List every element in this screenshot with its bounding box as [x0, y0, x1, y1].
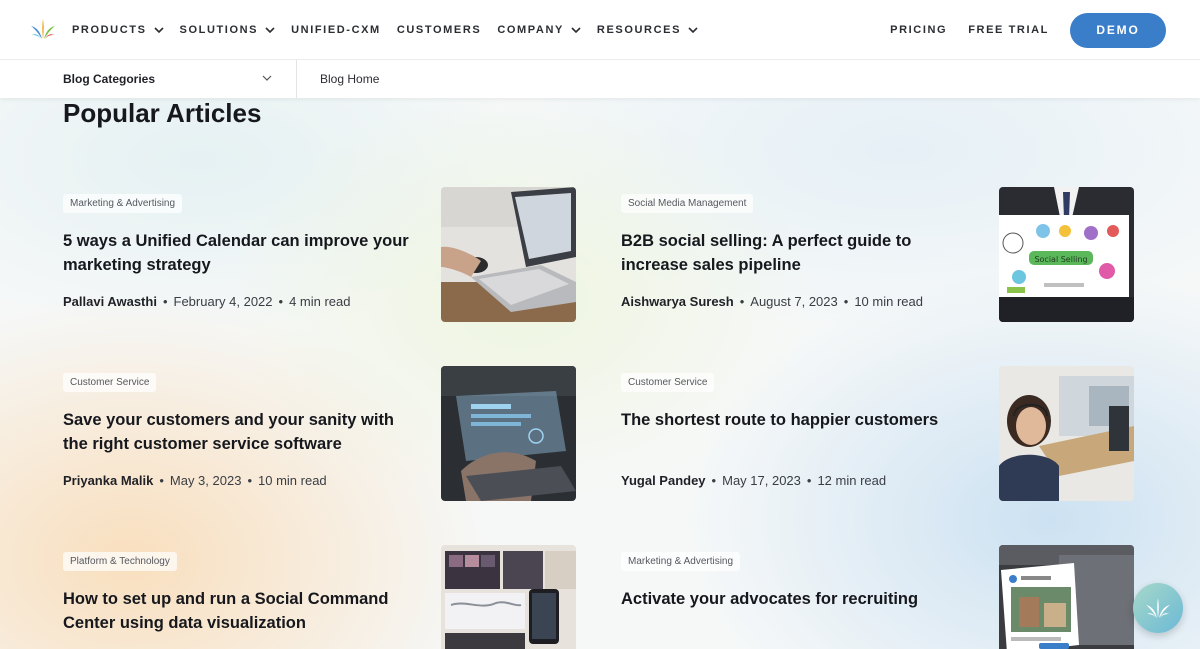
chevron-down-icon	[688, 26, 698, 33]
category-tag[interactable]: Customer Service	[63, 373, 157, 392]
main-menu: PRODUCTS SOLUTIONS UNIFIED-CXM CUSTOMERS…	[72, 0, 714, 60]
article-read-time: 4 min read	[289, 294, 351, 309]
blog-home-link[interactable]: Blog Home	[320, 60, 379, 98]
article-read-time: 12 min read	[817, 473, 887, 488]
article-read-time: 10 min read	[854, 294, 923, 309]
meta-separator: •	[247, 473, 252, 488]
nav-products[interactable]: PRODUCTS	[72, 24, 164, 36]
nav-actions: PRICING FREE TRIAL DEMO	[890, 0, 1166, 60]
category-tag[interactable]: Customer Service	[621, 373, 715, 392]
blog-categories-label: Blog Categories	[63, 72, 156, 86]
nav-unified-cxm-label: UNIFIED-CXM	[291, 24, 381, 36]
sprinklr-logo-icon[interactable]	[30, 17, 56, 41]
meta-separator: •	[711, 473, 717, 488]
article-date: May 3, 2023	[169, 473, 242, 488]
article-author: Priyanka Malik	[63, 473, 154, 488]
article-title[interactable]: 5 ways a Unified Calendar can improve yo…	[63, 229, 423, 277]
category-tag[interactable]: Platform & Technology	[63, 552, 177, 571]
article-card: Marketing & Advertising Activate your ad…	[621, 545, 1135, 649]
top-navigation: PRODUCTS SOLUTIONS UNIFIED-CXM CUSTOMERS…	[0, 0, 1200, 60]
nav-customers-label: CUSTOMERS	[396, 24, 482, 36]
nav-solutions[interactable]: SOLUTIONS	[180, 24, 276, 36]
social-selling-whiteboard-photo[interactable]: Social Selling	[999, 187, 1134, 322]
article-card: Customer Service The shortest route to h…	[621, 366, 1135, 501]
article-card: Social Media Management B2B social selli…	[621, 187, 1135, 322]
meta-separator: •	[843, 294, 849, 309]
command-center-screens-photo[interactable]	[441, 545, 576, 649]
chevron-down-icon	[262, 75, 272, 81]
chevron-down-icon	[571, 26, 581, 33]
article-card: Marketing & Advertising 5 ways a Unified…	[63, 187, 577, 322]
nav-customers[interactable]: CUSTOMERS	[397, 24, 481, 36]
holographic-screen-photo[interactable]	[441, 366, 576, 501]
article-meta: Aishwarya Suresh • August 7, 2023 • 10 min r…	[621, 294, 923, 309]
meta-separator: •	[159, 473, 164, 488]
article-meta: Pallavi Awasthi • February 4, 2022 • 4 min r…	[63, 294, 351, 309]
blog-categories-dropdown[interactable]: Blog Categories	[63, 60, 297, 98]
nav-products-label: PRODUCTS	[72, 24, 147, 36]
nav-solutions-label: SOLUTIONS	[179, 24, 259, 36]
article-meta: Priyanka Malik • May 3, 2023 • 10 min read	[63, 473, 327, 488]
nav-resources-label: RESOURCES	[596, 24, 682, 36]
meta-separator: •	[162, 294, 168, 309]
support-agent-headset-photo[interactable]	[999, 366, 1134, 501]
article-author: Pallavi Awasthi	[63, 294, 157, 309]
article-date: February 4, 2022	[173, 294, 273, 309]
article-date: May 17, 2023	[722, 473, 801, 488]
laptop-social-post-photo[interactable]	[999, 545, 1134, 649]
nav-unified-cxm[interactable]: UNIFIED-CXM	[291, 24, 381, 36]
chat-launcher-button[interactable]	[1133, 583, 1183, 633]
free-trial-link[interactable]: FREE TRIAL	[968, 24, 1049, 36]
article-date: August 7, 2023	[750, 294, 838, 309]
article-card: Platform & Technology How to set up and …	[63, 545, 577, 649]
meta-separator: •	[278, 294, 284, 309]
article-author: Yugal Pandey	[621, 473, 706, 488]
chevron-down-icon	[265, 26, 275, 33]
article-title[interactable]: Activate your advocates for recruiting	[621, 587, 981, 611]
nav-resources[interactable]: RESOURCES	[597, 24, 698, 36]
section-title: Popular Articles	[63, 98, 262, 128]
chat-launcher-icon	[1146, 598, 1170, 618]
chevron-down-icon	[153, 26, 164, 33]
nav-company[interactable]: COMPANY	[497, 24, 581, 36]
article-title[interactable]: The shortest route to happier customers	[621, 408, 981, 432]
article-meta: Yugal Pandey • May 17, 2023 • 12 min read	[621, 473, 886, 488]
article-title[interactable]: Save your customers and your sanity with…	[63, 408, 423, 456]
meta-separator: •	[739, 294, 745, 309]
laptop-desk-photo[interactable]	[441, 187, 576, 322]
article-author: Aishwarya Suresh	[621, 294, 734, 309]
article-title[interactable]: How to set up and run a Social Command C…	[63, 587, 423, 635]
category-tag[interactable]: Marketing & Advertising	[63, 194, 183, 213]
nav-company-label: COMPANY	[497, 24, 564, 36]
blog-subnav: Blog Categories Blog Home	[0, 60, 1200, 98]
category-tag[interactable]: Social Media Management	[621, 194, 754, 213]
meta-separator: •	[806, 473, 812, 488]
pricing-link[interactable]: PRICING	[890, 24, 947, 36]
article-read-time: 10 min read	[258, 473, 327, 488]
svg-text:Social Selling: Social Selling	[1034, 255, 1087, 264]
demo-button[interactable]: DEMO	[1070, 12, 1166, 48]
article-card: Customer Service Save your customers and…	[63, 366, 577, 501]
category-tag[interactable]: Marketing & Advertising	[621, 552, 741, 571]
article-title[interactable]: B2B social selling: A perfect guide to i…	[621, 229, 981, 277]
